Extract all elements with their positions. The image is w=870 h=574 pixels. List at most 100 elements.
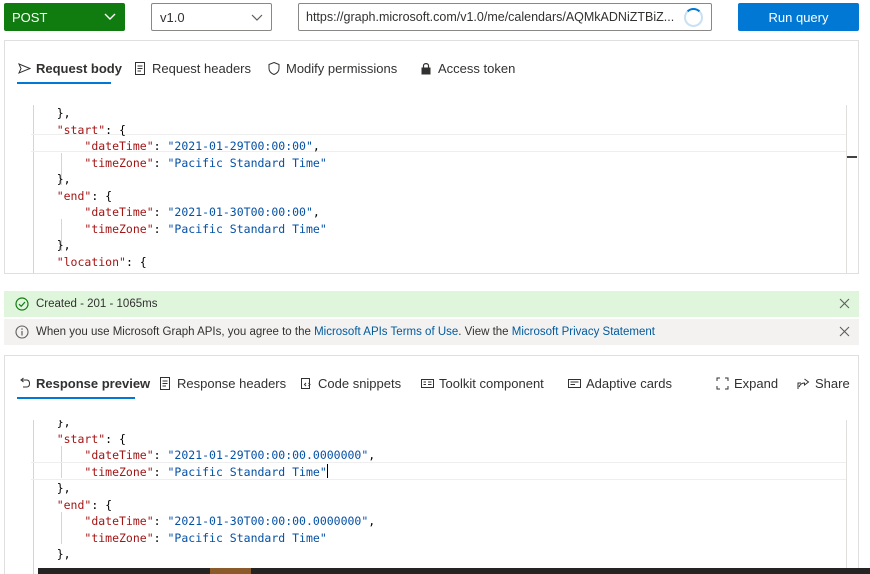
tab-request-body[interactable]: Request body: [17, 57, 122, 79]
http-method-dropdown[interactable]: POST: [4, 3, 125, 31]
tab-label: Toolkit component: [439, 375, 544, 391]
tab-access-token[interactable]: Access token: [419, 57, 515, 79]
tab-response-headers[interactable]: Response headers: [158, 372, 286, 394]
json-punctuation: },: [56, 547, 71, 561]
close-icon[interactable]: [839, 298, 850, 309]
request-body-editor[interactable]: }, "start": { "dateTime": "2021-01-29T00…: [5, 105, 858, 273]
tab-code-snippets[interactable]: Code snippets: [299, 372, 401, 394]
json-key: "dateTime": [84, 139, 154, 153]
api-version-value: v1.0: [160, 9, 185, 25]
json-string: "2021-01-30T00:00:00": [167, 205, 313, 219]
json-key: "timeZone": [84, 464, 154, 479]
share-icon: [796, 376, 810, 390]
json-punctuation: : {: [91, 188, 113, 203]
json-punctuation: : {: [105, 431, 126, 446]
json-punctuation: : {: [125, 254, 147, 269]
json-string: "2021-01-29T00:00:00.0000000": [167, 448, 369, 462]
privacy-statement-link[interactable]: Microsoft Privacy Statement: [512, 326, 655, 338]
code-line: "timeZone": "Pacific Standard Time": [5, 530, 858, 546]
share-button[interactable]: Share: [796, 372, 850, 394]
code-line: },: [5, 105, 858, 121]
info-prefix: When you use Microsoft Graph APIs, you a…: [36, 326, 315, 338]
chevron-down-icon: [104, 13, 116, 20]
scroll-position-marker: [847, 156, 857, 158]
json-key: "end": [56, 188, 92, 203]
expand-label: Expand: [734, 375, 779, 391]
json-string: "2021-01-29T00:00:00": [167, 139, 313, 153]
json-punctuation: },: [56, 106, 71, 120]
json-key: "timeZone": [84, 530, 154, 545]
code-line: "location": {: [5, 254, 858, 270]
tab-label: Access token: [438, 60, 516, 76]
info-message-text: When you use Microsoft Graph APIs, you a…: [36, 326, 655, 338]
status-message-bar: Created - 201 - 1065ms: [4, 291, 859, 317]
response-preview-editor[interactable]: }, "start": { "dateTime": "2021-01-29T00…: [5, 420, 858, 574]
code-icon: [299, 376, 313, 390]
json-string: "2021-01-30T00:00:00.0000000": [167, 514, 369, 528]
json-key: "timeZone": [84, 221, 154, 236]
code-line: },: [5, 546, 858, 562]
toolkit-icon: [420, 376, 434, 390]
json-string: "Pacific Standard Time": [167, 464, 327, 479]
shield-icon: [267, 61, 281, 75]
request-url-value: https://graph.microsoft.com/v1.0/me/cale…: [306, 10, 675, 24]
json-punctuation: ,: [368, 448, 376, 462]
taskbar-strip: [38, 568, 870, 574]
loading-spinner-icon: [684, 8, 703, 27]
code-line: "timeZone": "Pacific Standard Time": [5, 463, 858, 480]
tab-request-headers[interactable]: Request headers: [133, 57, 251, 79]
lock-icon: [419, 61, 433, 75]
tab-label: Modify permissions: [286, 60, 398, 76]
editor-scrollbar[interactable]: [846, 105, 858, 273]
run-query-button[interactable]: Run query: [738, 3, 859, 31]
code-line: "dateTime": "2021-01-29T00:00:00.0000000…: [5, 447, 858, 463]
expand-button[interactable]: Expand: [715, 372, 778, 394]
info-message-bar: When you use Microsoft Graph APIs, you a…: [4, 319, 859, 345]
json-punctuation: :: [153, 448, 168, 462]
tab-toolkit-component[interactable]: Toolkit component: [420, 372, 544, 394]
json-punctuation: :: [153, 221, 168, 236]
code-line: },: [5, 420, 858, 430]
json-punctuation: :: [153, 155, 168, 170]
api-version-dropdown[interactable]: v1.0: [151, 3, 272, 31]
terms-of-use-link[interactable]: Microsoft APIs Terms of Use: [314, 326, 458, 338]
code-line: },: [5, 237, 858, 253]
code-line: "end": {: [5, 188, 858, 204]
tab-response-preview[interactable]: Response preview: [17, 372, 150, 394]
http-method-value: POST: [12, 9, 48, 25]
status-message-text: Created - 201 - 1065ms: [36, 298, 158, 310]
json-key: "start": [56, 431, 106, 446]
tab-adaptive-cards[interactable]: Adaptive cards: [567, 372, 672, 394]
document-icon: [158, 376, 172, 390]
json-punctuation: ,: [312, 205, 320, 219]
editor-scrollbar[interactable]: [846, 420, 858, 574]
tab-modify-permissions[interactable]: Modify permissions: [267, 57, 397, 79]
request-url-input[interactable]: https://graph.microsoft.com/v1.0/me/cale…: [298, 3, 712, 31]
json-punctuation: :: [153, 464, 168, 479]
tab-label: Response headers: [177, 375, 287, 391]
json-punctuation: ,: [368, 514, 376, 528]
code-line: "timeZone": "Pacific Standard Time": [5, 221, 858, 237]
close-icon[interactable]: [839, 326, 850, 337]
tab-label: Request body: [36, 60, 122, 76]
json-key: "end": [56, 497, 92, 512]
json-string: "Pacific Standard Time": [167, 530, 327, 545]
json-key: "dateTime": [84, 205, 154, 219]
json-key: "dateTime": [84, 448, 154, 462]
expand-icon: [715, 376, 729, 390]
json-punctuation: },: [56, 481, 71, 495]
json-string: "Pacific Standard Time": [167, 155, 327, 170]
